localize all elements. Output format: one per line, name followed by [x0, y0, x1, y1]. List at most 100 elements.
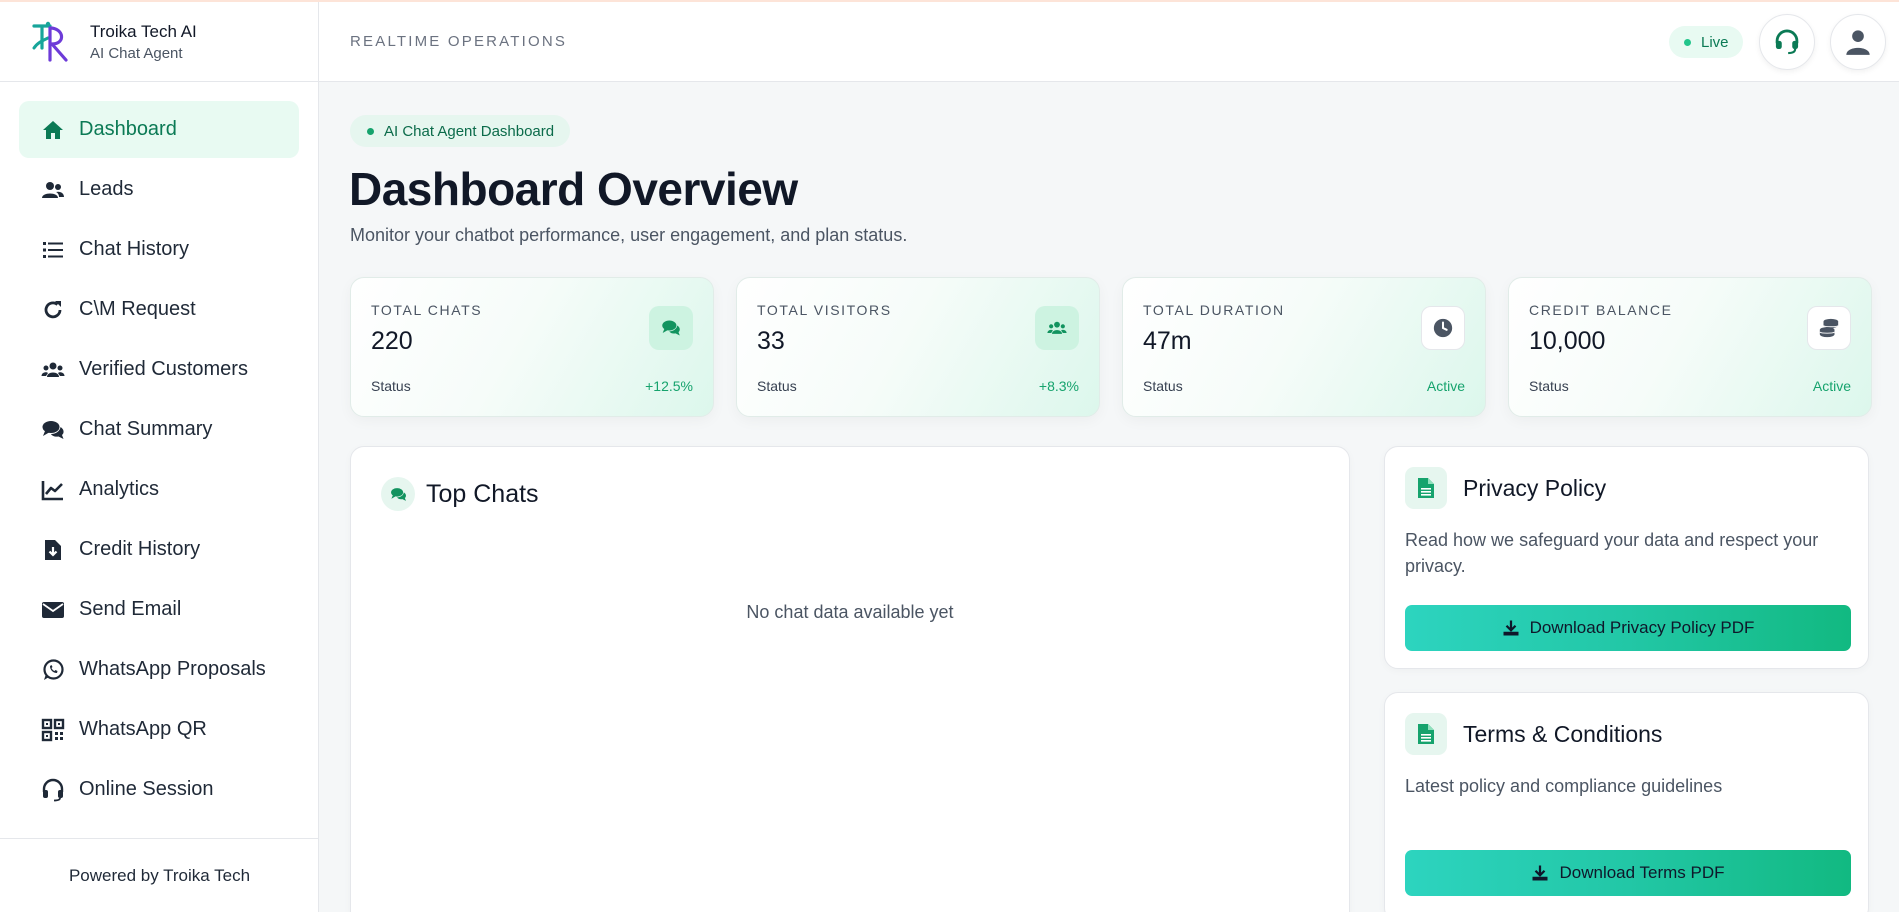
sidebar-item-dashboard[interactable]: Dashboard	[19, 101, 299, 158]
clock-icon	[1421, 306, 1465, 350]
sidebar-item-chat-summary[interactable]: Chat Summary	[19, 401, 299, 458]
sidebar-nav: Dashboard Leads Chat History C\M Request…	[0, 82, 318, 818]
breadcrumb: AI Chat Agent Dashboard	[350, 115, 571, 147]
brand-logo-icon	[32, 21, 68, 62]
page-title: Dashboard Overview	[349, 163, 798, 215]
sidebar-item-label: Verified Customers	[79, 358, 248, 380]
stat-label: TOTAL DURATION	[1143, 302, 1285, 318]
document-icon	[1405, 713, 1447, 755]
top-header: REALTIME OPERATIONS Live	[319, 2, 1899, 82]
sidebar-item-send-email[interactable]: Send Email	[19, 581, 299, 638]
download-privacy-policy-button[interactable]: Download Privacy Policy PDF	[1405, 605, 1851, 651]
headset-icon	[1775, 29, 1799, 55]
comments-icon	[40, 417, 66, 443]
download-icon	[1532, 865, 1548, 881]
live-status-badge: Live	[1669, 26, 1743, 58]
terms-title: Terms & Conditions	[1463, 720, 1663, 747]
live-dot-icon	[1684, 38, 1691, 46]
download-icon	[1503, 620, 1519, 636]
stats-row: TOTAL CHATS 220 Status +12.5% TOTAL VISI…	[350, 277, 1872, 417]
live-label: Live	[1701, 33, 1729, 51]
file-download-icon	[40, 537, 66, 563]
stat-card-total-chats: TOTAL CHATS 220 Status +12.5%	[350, 277, 714, 417]
stat-label: CREDIT BALANCE	[1529, 302, 1673, 318]
sidebar-item-analytics[interactable]: Analytics	[19, 461, 299, 518]
sidebar-item-label: Leads	[79, 178, 134, 200]
empty-state-message: No chat data available yet	[746, 602, 954, 622]
terms-header: Terms & Conditions	[1405, 713, 1662, 755]
comments-icon	[381, 477, 415, 511]
sidebar-item-whatsapp-proposals[interactable]: WhatsApp Proposals	[19, 641, 299, 698]
top-chats-header: Top Chats	[381, 477, 539, 511]
refresh-icon	[40, 297, 66, 323]
sidebar-footer: Powered by Troika Tech	[0, 838, 319, 912]
sidebar-item-label: WhatsApp QR	[79, 718, 207, 740]
main-content: AI Chat Agent Dashboard Dashboard Overvi…	[319, 82, 1899, 912]
whatsapp-icon	[40, 657, 66, 683]
user-icon	[1846, 30, 1870, 55]
breadcrumb-dot-icon	[367, 127, 374, 135]
sidebar: Troika Tech AI AI Chat Agent Dashboard L…	[0, 2, 319, 912]
download-privacy-policy-label: Download Privacy Policy PDF	[1529, 618, 1755, 637]
sidebar-item-label: C\M Request	[79, 298, 196, 320]
download-terms-button[interactable]: Download Terms PDF	[1405, 850, 1851, 896]
sidebar-item-label: Chat History	[79, 238, 190, 260]
stat-value: 220	[371, 327, 413, 355]
stat-change: +8.3%	[1038, 378, 1079, 394]
users-icon	[1035, 306, 1079, 350]
sidebar-item-label: Chat Summary	[79, 418, 213, 440]
sidebar-item-chat-history[interactable]: Chat History	[19, 221, 299, 278]
line-chart-icon	[40, 477, 66, 503]
brand-name: Troika Tech AI	[90, 21, 197, 41]
brand-subtitle: AI Chat Agent	[90, 44, 183, 62]
sidebar-item-label: Online Session	[79, 778, 214, 800]
sidebar-item-whatsapp-qr[interactable]: WhatsApp QR	[19, 701, 299, 758]
profile-button[interactable]	[1830, 14, 1886, 70]
sidebar-item-cm-request[interactable]: C\M Request	[19, 281, 299, 338]
stat-change: Active	[1426, 378, 1465, 394]
sidebar-item-label: Analytics	[79, 478, 160, 500]
support-button[interactable]	[1759, 14, 1815, 70]
stat-card-total-visitors: TOTAL VISITORS 33 Status +8.3%	[736, 277, 1100, 417]
brand[interactable]: Troika Tech AI AI Chat Agent	[0, 2, 318, 82]
stat-label: TOTAL CHATS	[371, 302, 483, 318]
privacy-policy-description: Read how we safeguard your data and resp…	[1405, 530, 1819, 576]
privacy-policy-title: Privacy Policy	[1463, 474, 1607, 501]
user-group-icon	[40, 357, 66, 383]
stat-status: Status	[757, 378, 797, 394]
top-chats-title: Top Chats	[426, 479, 539, 508]
privacy-policy-card: Privacy Policy Read how we safeguard you…	[1384, 446, 1869, 669]
stat-card-credit-balance: CREDIT BALANCE 10,000 Status Active	[1508, 277, 1872, 417]
sidebar-item-online-session[interactable]: Online Session	[19, 761, 299, 818]
sidebar-item-label: WhatsApp Proposals	[79, 658, 266, 680]
document-icon	[1405, 467, 1447, 509]
envelope-icon	[40, 597, 66, 623]
sidebar-item-credit-history[interactable]: Credit History	[19, 521, 299, 578]
breadcrumb-label: AI Chat Agent Dashboard	[384, 122, 555, 140]
stat-status: Status	[1529, 378, 1569, 394]
sidebar-item-leads[interactable]: Leads	[19, 161, 299, 218]
download-terms-label: Download Terms PDF	[1559, 863, 1725, 882]
privacy-policy-header: Privacy Policy	[1405, 467, 1606, 509]
stat-value: 10,000	[1529, 327, 1606, 355]
headset-icon	[40, 777, 66, 803]
sidebar-item-label: Send Email	[79, 598, 182, 620]
stat-change: Active	[1812, 378, 1851, 394]
terms-card: Terms & Conditions Latest policy and com…	[1384, 692, 1869, 912]
coins-icon	[1807, 306, 1851, 350]
list-icon	[40, 237, 66, 263]
home-icon	[40, 117, 66, 143]
stat-label: TOTAL VISITORS	[757, 302, 892, 318]
top-chats-card: Top Chats No chat data available yet	[350, 446, 1350, 912]
header-title: REALTIME OPERATIONS	[350, 33, 568, 50]
sidebar-item-label: Credit History	[79, 538, 201, 560]
page-subtitle: Monitor your chatbot performance, user e…	[350, 225, 908, 245]
stat-status: Status	[371, 378, 411, 394]
qrcode-icon	[40, 717, 66, 743]
stat-change: +12.5%	[645, 378, 693, 394]
sidebar-item-verified-customers[interactable]: Verified Customers	[19, 341, 299, 398]
stat-value: 47m	[1143, 327, 1192, 355]
stat-value: 33	[757, 327, 785, 355]
comments-icon	[649, 306, 693, 350]
users-icon	[40, 177, 66, 203]
